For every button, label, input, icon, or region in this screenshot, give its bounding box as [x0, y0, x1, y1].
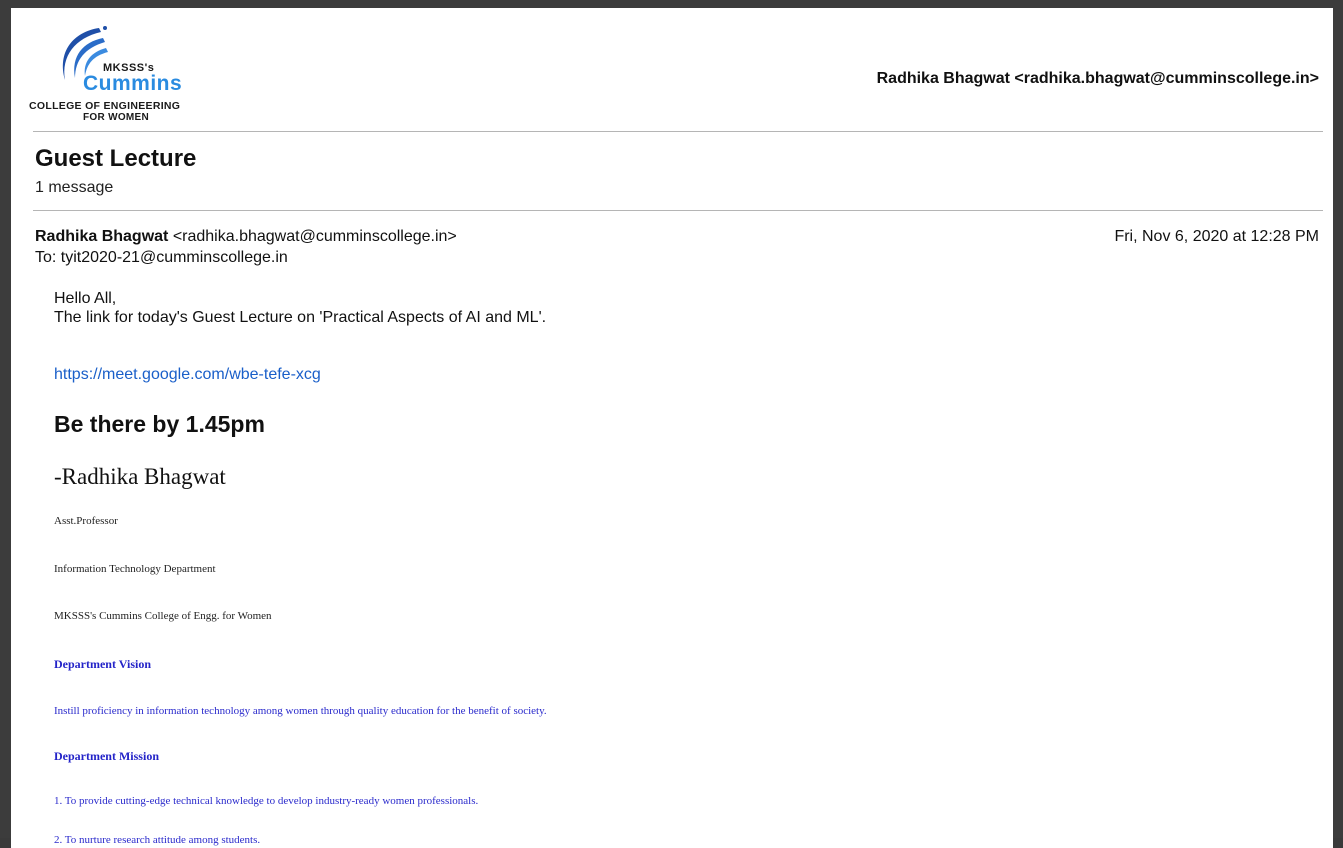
- logo-cummins-text: Cummins: [83, 72, 183, 95]
- meet-link[interactable]: https://meet.google.com/wbe-tefe-xcg: [54, 366, 321, 384]
- page-header: MKSSS's Cummins COLLEGE OF ENGINEERING F…: [11, 8, 1333, 132]
- message-sender: Radhika Bhagwat <radhika.bhagwat@cummins…: [35, 228, 457, 246]
- logo-college-text: COLLEGE OF ENGINEERING: [29, 100, 181, 112]
- thread-divider: [33, 210, 1323, 211]
- signature-title: Asst.Professor: [54, 515, 118, 527]
- header-divider: [33, 131, 1323, 132]
- message-recipient: To: tyit2020-21@cumminscollege.in: [35, 249, 288, 266]
- vision-heading: Department Vision: [54, 657, 151, 671]
- message-date: Fri, Nov 6, 2020 at 12:28 PM: [1114, 228, 1319, 245]
- vision-text: Instill proficiency in information techn…: [54, 705, 547, 717]
- college-logo: MKSSS's Cummins COLLEGE OF ENGINEERING F…: [29, 20, 259, 124]
- sender-email: <radhika.bhagwat@cumminscollege.in>: [172, 228, 457, 245]
- emphasis-text: Be there by 1.45pm: [54, 411, 265, 437]
- signature-institution: MKSSS's Cummins College of Engg. for Wom…: [54, 610, 272, 622]
- printed-email-page: MKSSS's Cummins COLLEGE OF ENGINEERING F…: [11, 8, 1333, 848]
- sender-name: Radhika Bhagwat: [35, 228, 169, 245]
- mission-item-2: 2. To nurture research attitude among st…: [54, 834, 261, 846]
- message-count: 1 message: [35, 179, 114, 196]
- signature-department: Information Technology Department: [54, 563, 216, 575]
- mission-heading: Department Mission: [54, 749, 159, 763]
- account-identity: Radhika Bhagwat <radhika.bhagwat@cummins…: [876, 70, 1319, 87]
- viewer-frame: MKSSS's Cummins COLLEGE OF ENGINEERING F…: [0, 0, 1343, 848]
- signature-name: -Radhika Bhagwat: [54, 464, 226, 489]
- thread-subject: Guest Lecture: [35, 145, 197, 172]
- greeting: Hello All,: [54, 290, 117, 307]
- logo-women-text: FOR WOMEN: [83, 112, 150, 123]
- intro-text: The link for today's Guest Lecture on 'P…: [54, 309, 547, 326]
- mission-item-1: 1. To provide cutting-edge technical kno…: [54, 795, 479, 807]
